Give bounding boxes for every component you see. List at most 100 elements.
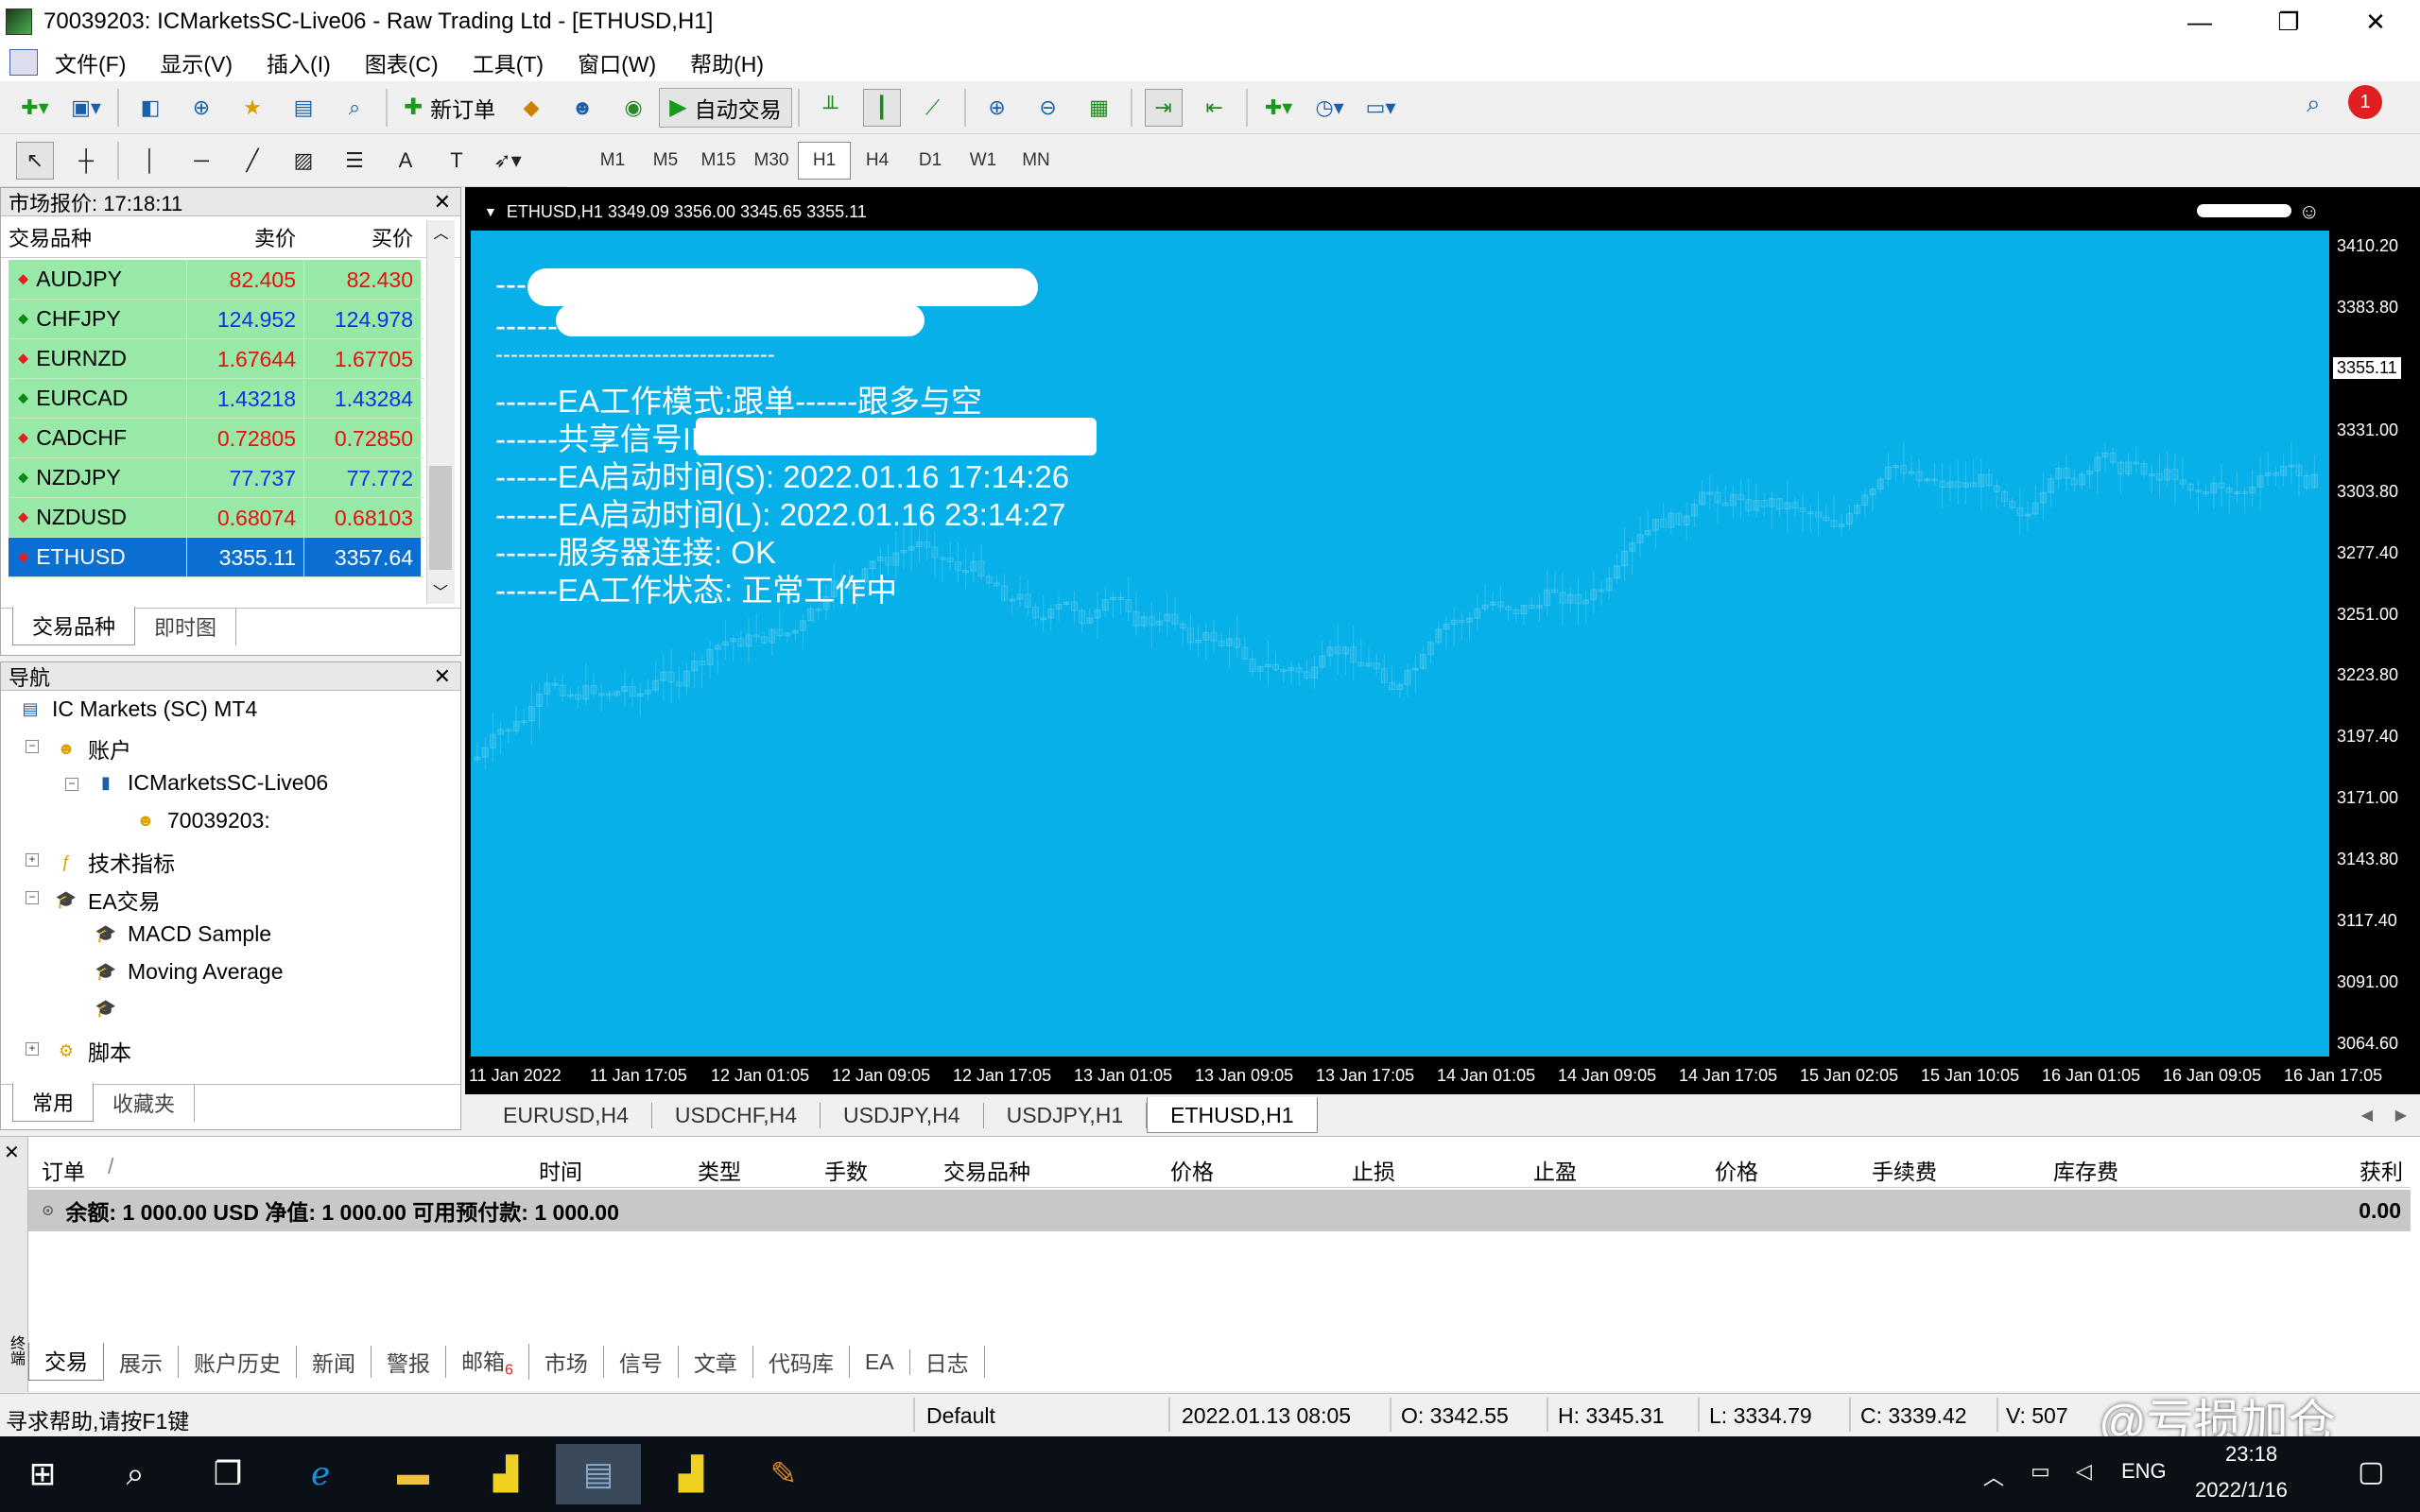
- text-label-icon[interactable]: T: [438, 142, 475, 180]
- search-icon[interactable]: ⌕: [93, 1444, 178, 1504]
- tab-signals[interactable]: 信号: [604, 1346, 679, 1378]
- tab-mailbox[interactable]: 邮箱6: [446, 1344, 529, 1380]
- tab-scroll-left-icon[interactable]: ◀: [2361, 1106, 2373, 1125]
- collapse-icon[interactable]: −: [26, 740, 39, 753]
- strategy-tester-icon[interactable]: ⌕: [336, 89, 373, 127]
- col-lots[interactable]: 手数: [824, 1154, 868, 1186]
- tab-alerts[interactable]: 警报: [372, 1346, 446, 1378]
- chart-shift-icon[interactable]: ⇤: [1196, 89, 1234, 127]
- collapse-icon[interactable]: −: [26, 891, 39, 904]
- tf-mn[interactable]: MN: [1010, 142, 1063, 180]
- options-icon[interactable]: ☻: [563, 89, 601, 127]
- menu-charts[interactable]: 图表(C): [348, 46, 456, 78]
- menu-help[interactable]: 帮助(H): [673, 46, 781, 78]
- col-bid[interactable]: 卖价: [186, 222, 303, 252]
- col-order[interactable]: 订单: [42, 1154, 85, 1186]
- tf-m1[interactable]: M1: [586, 142, 639, 180]
- tree-ea-hidden[interactable]: 🎓: [94, 997, 118, 1020]
- tab-trade[interactable]: 交易: [28, 1343, 104, 1381]
- volume-icon[interactable]: ◁: [2076, 1459, 2092, 1484]
- clock-time[interactable]: 23:18: [2225, 1442, 2277, 1467]
- periods-icon[interactable]: ◷▾: [1311, 89, 1349, 127]
- metatrader-icon[interactable]: ▟: [463, 1444, 548, 1504]
- tree-ea-macd[interactable]: 🎓 MACD Sample: [94, 921, 271, 947]
- notifications-icon[interactable]: ▢: [2358, 1455, 2384, 1488]
- tf-m30[interactable]: M30: [745, 142, 798, 180]
- quote-row[interactable]: ⬥ CADCHF 0.72805 0.72850: [9, 419, 424, 458]
- quote-row[interactable]: ⬥ EURNZD 1.67644 1.67705: [9, 339, 424, 379]
- horizontal-line-icon[interactable]: ─: [182, 142, 220, 180]
- tab-articles[interactable]: 文章: [679, 1346, 753, 1378]
- col-tp[interactable]: 止盈: [1533, 1154, 1577, 1186]
- quote-row-selected[interactable]: ⬥ ETHUSD 3355.11 3357.64: [9, 538, 424, 577]
- autoscroll-icon[interactable]: ⇥: [1144, 88, 1183, 127]
- close-icon[interactable]: ✕: [4, 1141, 20, 1164]
- metatrader-active-icon[interactable]: ▤: [556, 1444, 641, 1504]
- metatrader-icon[interactable]: ▟: [648, 1444, 734, 1504]
- menu-file[interactable]: 文件(F): [38, 46, 143, 78]
- col-type[interactable]: 类型: [698, 1154, 741, 1186]
- terminal-icon[interactable]: ▤: [285, 89, 322, 127]
- tab-tick-chart[interactable]: 即时图: [135, 608, 237, 645]
- chart-tab[interactable]: USDJPY,H1: [984, 1102, 1148, 1128]
- candlestick-icon[interactable]: ┃: [862, 88, 901, 127]
- quote-row[interactable]: ⬥ NZDUSD 0.68074 0.68103: [9, 498, 424, 538]
- col-time[interactable]: 时间: [539, 1154, 582, 1186]
- clock-date[interactable]: 2022/1/16: [2195, 1478, 2288, 1503]
- tf-d1[interactable]: D1: [904, 142, 957, 180]
- bar-chart-icon[interactable]: ╨: [812, 89, 850, 127]
- tab-account-history[interactable]: 账户历史: [179, 1346, 297, 1378]
- chart-tab-active[interactable]: ETHUSD,H1: [1147, 1097, 1318, 1133]
- arrows-icon[interactable]: ➶▾: [489, 142, 527, 180]
- data-window-icon[interactable]: ⊕: [182, 89, 220, 127]
- metaeditor-icon[interactable]: ◆: [512, 89, 550, 127]
- signals-icon[interactable]: ◉: [614, 89, 652, 127]
- menu-tools[interactable]: 工具(T): [456, 46, 561, 78]
- chart-menu-icon[interactable]: ▼: [484, 204, 497, 219]
- new-chart-icon[interactable]: ✚▾: [16, 89, 54, 127]
- language-indicator[interactable]: ENG: [2121, 1459, 2167, 1484]
- edge-icon[interactable]: ℯ: [278, 1444, 363, 1504]
- tf-h4[interactable]: H4: [851, 142, 904, 180]
- close-icon[interactable]: ✕: [434, 664, 451, 689]
- tf-m15[interactable]: M15: [692, 142, 745, 180]
- col-current-price[interactable]: 价格: [1715, 1154, 1758, 1186]
- tree-ea-ma[interactable]: 🎓 Moving Average: [94, 959, 284, 985]
- chart-tab[interactable]: EURUSD,H4: [480, 1102, 652, 1128]
- tab-symbols[interactable]: 交易品种: [12, 607, 136, 645]
- line-chart-icon[interactable]: ⟋: [914, 89, 952, 127]
- tree-accounts[interactable]: ☻ 账户: [54, 732, 131, 765]
- tree-root[interactable]: ▤ IC Markets (SC) MT4: [18, 696, 257, 722]
- scroll-down-icon[interactable]: ﹀: [427, 579, 454, 602]
- scroll-up-icon[interactable]: ︿: [427, 220, 455, 243]
- notification-badge[interactable]: 1: [2348, 85, 2382, 119]
- restore-button[interactable]: ❐: [2244, 0, 2333, 43]
- chart-tab[interactable]: USDJPY,H4: [821, 1102, 984, 1128]
- tree-server[interactable]: ▮ ICMarketsSC-Live06: [94, 770, 328, 796]
- search-icon[interactable]: ⌕: [2307, 89, 2321, 119]
- vertical-line-icon[interactable]: │: [131, 142, 169, 180]
- col-sl[interactable]: 止损: [1352, 1154, 1395, 1186]
- quote-row[interactable]: ⬥ EURCAD 1.43218 1.43284: [9, 379, 424, 419]
- tab-market[interactable]: 市场: [529, 1346, 604, 1378]
- tab-news[interactable]: 新闻: [297, 1346, 372, 1378]
- col-profit[interactable]: 获利: [2360, 1154, 2403, 1186]
- quote-row[interactable]: ⬥ NZDJPY 77.737 77.772: [9, 458, 424, 498]
- scroll-thumb[interactable]: [429, 466, 452, 570]
- close-icon[interactable]: ✕: [434, 190, 451, 215]
- tab-code-base[interactable]: 代码库: [753, 1346, 850, 1378]
- zoom-out-icon[interactable]: ⊖: [1029, 89, 1067, 127]
- text-icon[interactable]: A: [387, 142, 424, 180]
- col-ask[interactable]: 买价: [303, 222, 421, 252]
- quote-row[interactable]: ⬥ CHFJPY 124.952 124.978: [9, 300, 424, 339]
- paint-icon[interactable]: ✎: [741, 1444, 826, 1504]
- tile-windows-icon[interactable]: ▦: [1080, 89, 1118, 127]
- tab-journal[interactable]: 日志: [910, 1346, 985, 1378]
- col-price[interactable]: 价格: [1170, 1154, 1214, 1186]
- task-view-icon[interactable]: ❐: [185, 1444, 270, 1504]
- expand-icon[interactable]: +: [26, 853, 39, 867]
- tray-chevron-icon[interactable]: ︿: [1983, 1461, 2004, 1491]
- templates-icon[interactable]: ▭▾: [1362, 89, 1400, 127]
- new-order-button[interactable]: ✚ 新订单: [393, 88, 506, 128]
- indicators-icon[interactable]: ✚▾: [1260, 89, 1298, 127]
